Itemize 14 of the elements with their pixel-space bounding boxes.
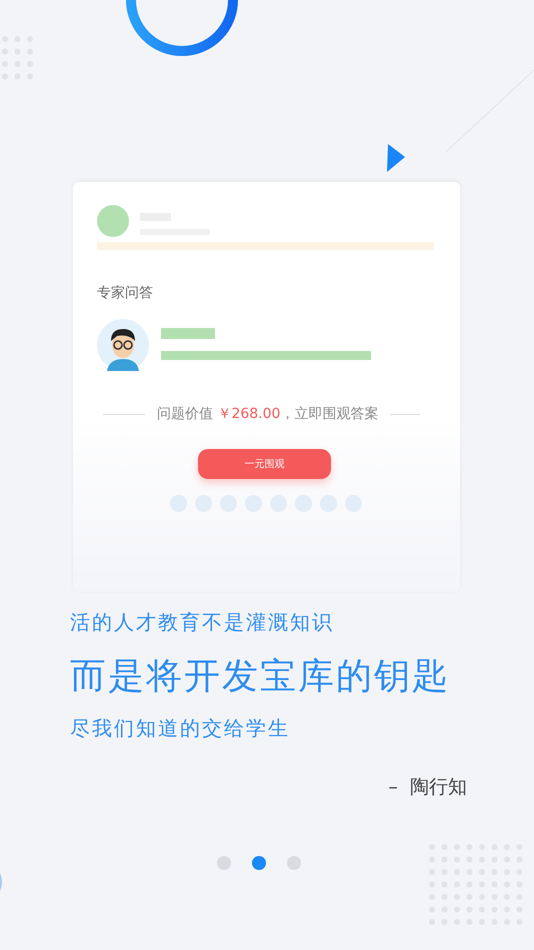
avatar-placeholder (97, 205, 129, 237)
skeleton-bar (161, 328, 215, 339)
watch-button[interactable]: 一元围观 (198, 449, 331, 479)
quote-headline: 而是将开发宝库的钥匙 (70, 655, 451, 699)
quote-author: – 陶行知 (388, 775, 467, 800)
quote-line: 尽我们知道的交给学生 (70, 715, 291, 742)
section-title: 专家问答 (97, 284, 154, 302)
page-indicator-dot[interactable] (286, 856, 300, 870)
cartoon-avatar-icon (97, 319, 149, 371)
triangle-drawing (387, 144, 405, 172)
price-text: 问题价值 ￥268.00，立即围观答案 (157, 405, 378, 423)
quote-line: 活的人才教育不是灌溉知识 (70, 609, 335, 636)
page-indicator-dot[interactable] (216, 856, 230, 870)
page-indicator-dot[interactable] (252, 856, 266, 870)
